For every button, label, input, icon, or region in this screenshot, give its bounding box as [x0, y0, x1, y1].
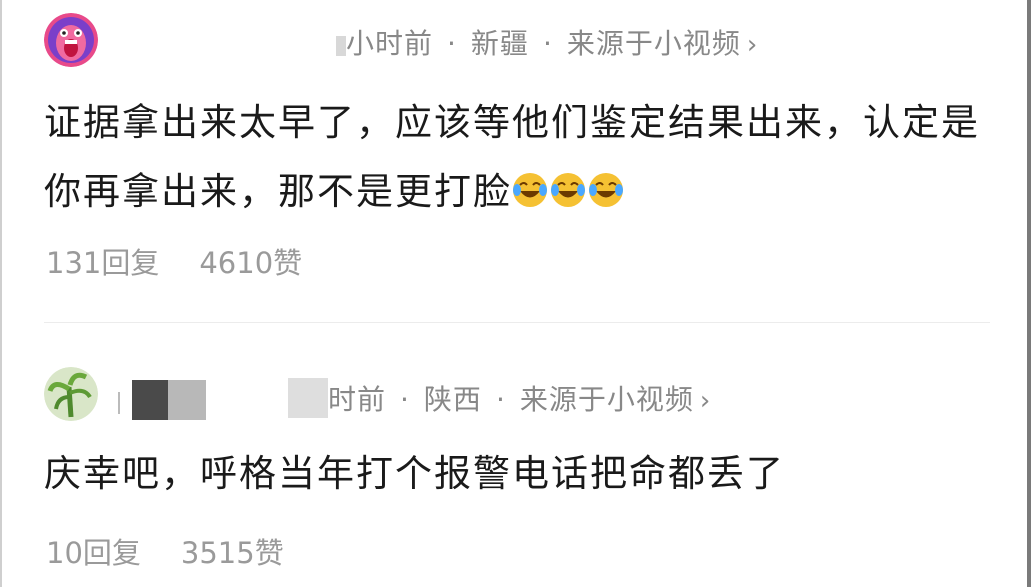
- comment-meta: 时前 · 陕西 · 来源于小视频 ›: [110, 378, 711, 424]
- chevron-right-icon[interactable]: ›: [700, 386, 711, 416]
- location: 新疆: [470, 27, 529, 60]
- avatar[interactable]: [44, 367, 98, 421]
- like-count-button[interactable]: 3515赞: [181, 536, 284, 570]
- separator-dot: ·: [495, 383, 506, 416]
- laughing-crying-emoji-icon: [513, 173, 547, 207]
- post-time: 小时前: [346, 27, 434, 60]
- chevron-right-icon[interactable]: ›: [747, 30, 758, 60]
- post-time: 时前: [328, 383, 387, 416]
- comment-meta: 小时前 · 新疆 · 来源于小视频 ›: [110, 22, 758, 62]
- blurred-username: [110, 378, 328, 424]
- blurred-username: [110, 28, 346, 62]
- plant-photo-avatar-icon: [44, 367, 98, 421]
- source-link[interactable]: 来源于小视频: [520, 383, 694, 416]
- comment-item: 小时前 · 新疆 · 来源于小视频 › 证据拿出来太早了，应该等他们鉴定结果出来，认定是你…: [0, 0, 1031, 300]
- laughing-crying-emoji-icon: [589, 173, 623, 207]
- reply-count-button[interactable]: 131回复: [46, 246, 159, 280]
- comment-feed: 小时前 · 新疆 · 来源于小视频 › 证据拿出来太早了，应该等他们鉴定结果出来，认定是你…: [0, 0, 1031, 587]
- comment-text: 证据拿出来太早了，应该等他们鉴定结果出来，认定是你再拿出来，那不是更打脸: [44, 88, 994, 226]
- comment-text: 庆幸吧，呼格当年打个报警电话把命都丢了: [44, 439, 994, 508]
- comment-stats: 10回复 3515赞: [46, 530, 284, 572]
- like-count-button[interactable]: 4610赞: [199, 246, 302, 280]
- avatar[interactable]: [44, 13, 98, 67]
- laughing-crying-emoji-icon: [551, 173, 585, 207]
- location: 陕西: [423, 383, 482, 416]
- comment-stats: 131回复 4610赞: [46, 240, 302, 282]
- screaming-face-avatar-icon: [44, 13, 98, 67]
- source-link[interactable]: 来源于小视频: [567, 27, 741, 60]
- comment-body: 庆幸吧，呼格当年打个报警电话把命都丢了: [44, 452, 785, 495]
- reply-count-button[interactable]: 10回复: [46, 536, 141, 570]
- emoji-group: [512, 170, 626, 213]
- separator-dot: ·: [447, 27, 457, 60]
- separator-dot: ·: [542, 27, 553, 60]
- separator-dot: ·: [400, 383, 410, 416]
- comment-item: 时前 · 陕西 · 来源于小视频 › 庆幸吧，呼格当年打个报警电话把命都丢了 10回复 35…: [0, 322, 1031, 587]
